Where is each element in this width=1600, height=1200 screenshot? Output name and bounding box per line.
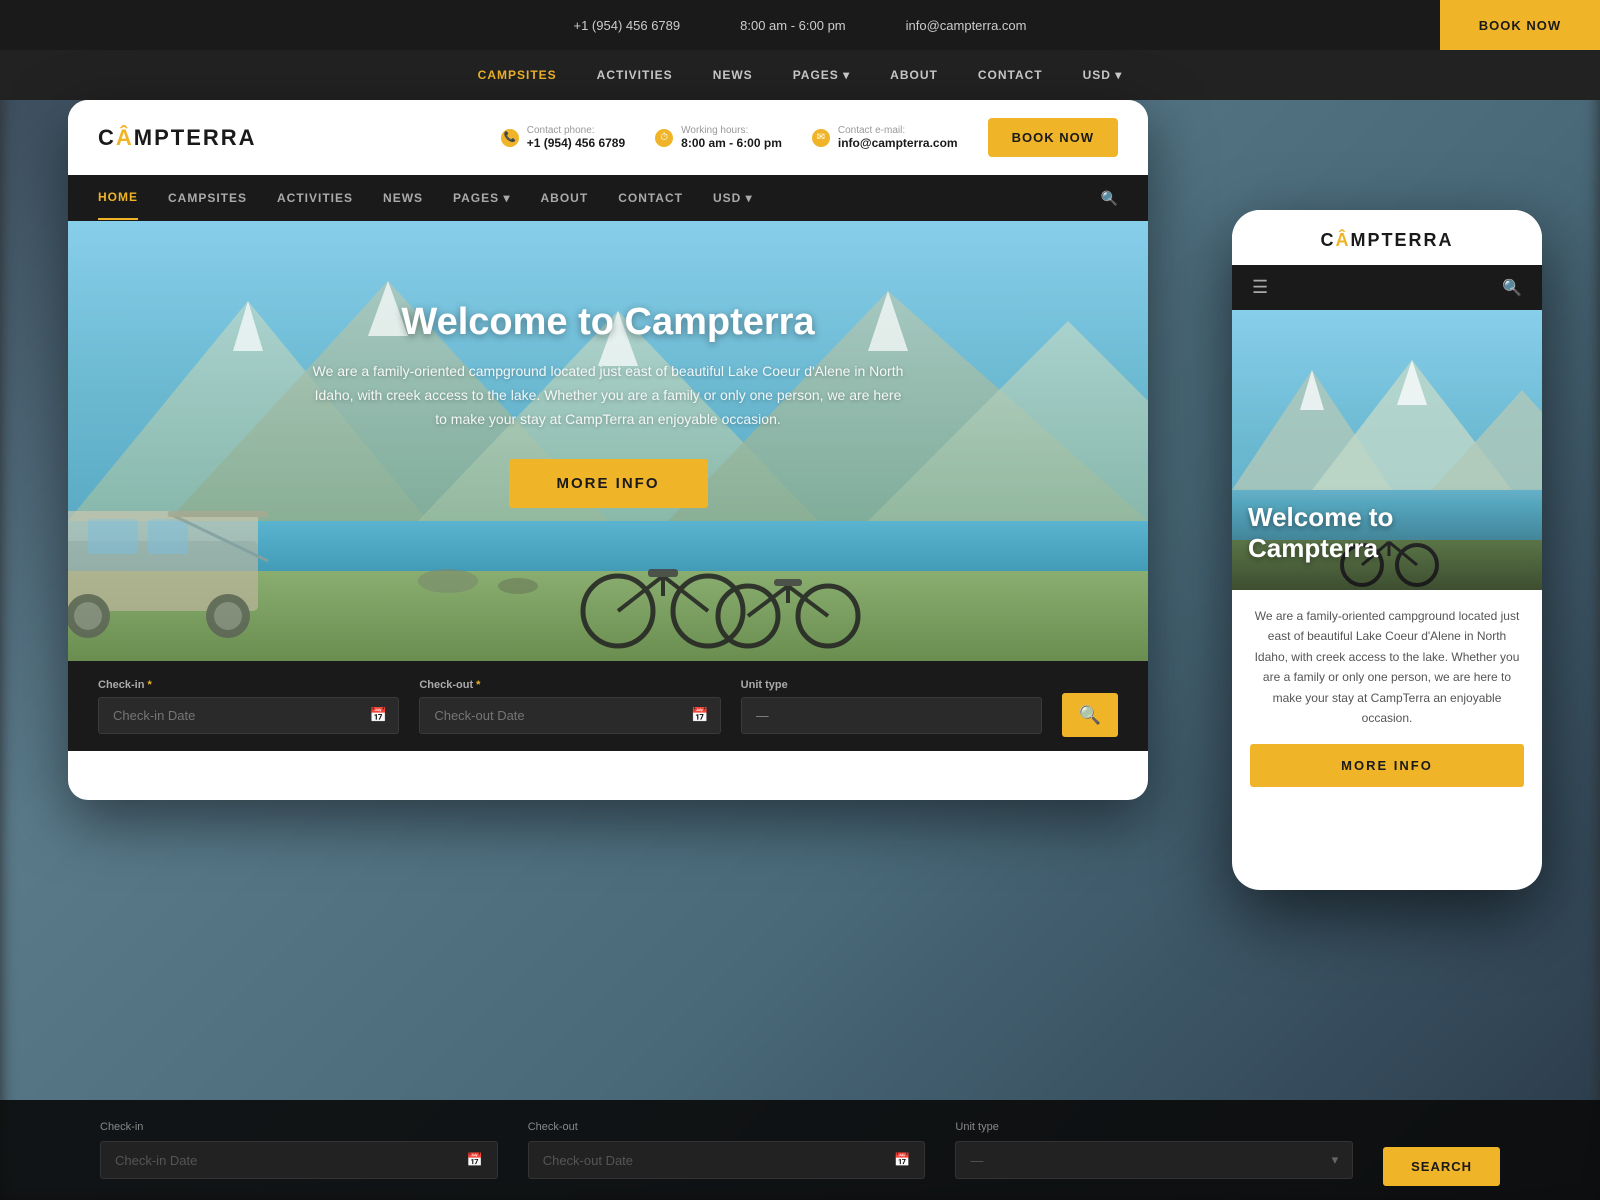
card-header: CÂMPTERRA 📞 Contact phone: +1 (954) 456 …	[68, 100, 1148, 175]
bg-nav-contact: CONTACT	[978, 68, 1043, 82]
bg-checkin-icon: 📅	[467, 1152, 483, 1168]
bg-booknow: BOOK NOW	[1479, 18, 1561, 33]
card-booking-bar: Check-in * 📅 Check-out * 📅 Unit type —	[68, 661, 1148, 751]
mobile-hero-title: Welcome to Campterra	[1248, 502, 1526, 564]
mobile-logo-dot: Â	[1336, 230, 1351, 250]
hamburger-icon[interactable]: ☰	[1252, 277, 1268, 298]
mobile-content: We are a family-oriented campground loca…	[1232, 590, 1542, 803]
checkout-input[interactable]	[419, 697, 720, 734]
mobile-header: CÂMPTERRA	[1232, 210, 1542, 265]
bg-nav-news: NEWS	[713, 68, 753, 82]
email-icon: ✉	[812, 129, 830, 147]
nav-campsites[interactable]: CAMPSITES	[168, 177, 247, 219]
checkin-input[interactable]	[98, 697, 399, 734]
mobile-hero: Welcome to Campterra	[1232, 310, 1542, 590]
nav-contact[interactable]: CONTACT	[618, 177, 683, 219]
unit-label: Unit type	[741, 679, 1042, 691]
nav-pages[interactable]: PAGES ▾	[453, 177, 510, 219]
bg-nav-activities: ACTIVITIES	[597, 68, 673, 82]
unit-field: Unit type —	[741, 679, 1042, 734]
card-nav: HOME CAMPSITES ACTIVITIES NEWS PAGES ▾ A…	[68, 175, 1148, 221]
nav-home[interactable]: HOME	[98, 176, 138, 220]
desktop-card: CÂMPTERRA 📞 Contact phone: +1 (954) 456 …	[68, 100, 1148, 800]
nav-search-icon[interactable]: 🔍	[1101, 190, 1118, 207]
bg-search-btn: x SEARCH	[1383, 1115, 1500, 1186]
hours-value: 8:00 am - 6:00 pm	[681, 136, 782, 150]
bg-checkout-label: Check-out	[528, 1121, 926, 1133]
bg-navbar: CAMPSITES ACTIVITIES NEWS PAGES ▾ ABOUT …	[0, 50, 1600, 100]
phone-label: Contact phone:	[527, 125, 625, 136]
checkin-label: Check-in *	[98, 679, 399, 691]
bg-unit-arrow: ▾	[1332, 1152, 1339, 1168]
nav-usd[interactable]: USD ▾	[713, 177, 753, 219]
bg-nav-home: CAMPSITES	[478, 68, 557, 82]
desktop-logo: CÂMPTERRA	[98, 125, 257, 151]
email-value: info@campterra.com	[838, 136, 958, 150]
bg-nav-about: ABOUT	[890, 68, 938, 82]
bg-email: info@campterra.com	[906, 18, 1027, 33]
card-hero: Welcome to Campterra We are a family-ori…	[68, 221, 1148, 661]
bg-phone: +1 (954) 456 6789	[574, 18, 681, 33]
bg-hours: 8:00 am - 6:00 pm	[740, 18, 846, 33]
checkin-field: Check-in * 📅	[98, 679, 399, 734]
nav-activities[interactable]: ACTIVITIES	[277, 177, 353, 219]
checkout-label: Check-out *	[419, 679, 720, 691]
hours-label: Working hours:	[681, 125, 782, 136]
hours-text: Working hours: 8:00 am - 6:00 pm	[681, 125, 782, 150]
bg-unit-label: Unit type	[955, 1121, 1353, 1133]
bg-booking-bar: Check-in Check-in Date 📅 Check-out Check…	[0, 1100, 1600, 1200]
mobile-nav: ☰ 🔍	[1232, 265, 1542, 310]
book-now-button[interactable]: BOOK NOW	[988, 118, 1118, 157]
unit-input-wrap: —	[741, 697, 1042, 734]
checkin-input-wrap: 📅	[98, 697, 399, 734]
unit-select[interactable]: —	[741, 697, 1042, 734]
mobile-hero-overlay: Welcome to Campterra	[1232, 486, 1542, 590]
bg-checkout-field: Check-out Check-out Date 📅	[528, 1121, 926, 1179]
mobile-card: CÂMPTERRA ☰ 🔍	[1232, 210, 1542, 890]
logo-dot: Â	[116, 125, 134, 150]
bg-checkout-icon: 📅	[894, 1152, 910, 1168]
bg-nav-usd: USD ▾	[1083, 68, 1123, 82]
checkin-calendar-icon: 📅	[370, 707, 387, 724]
nav-news[interactable]: NEWS	[383, 177, 423, 219]
phone-value: +1 (954) 456 6789	[527, 136, 625, 150]
checkout-field: Check-out * 📅	[419, 679, 720, 734]
hero-title: Welcome to Campterra	[308, 301, 908, 344]
search-icon: 🔍	[1079, 705, 1101, 726]
search-button[interactable]: 🔍	[1062, 693, 1118, 737]
hero-content: Welcome to Campterra We are a family-ori…	[308, 301, 908, 508]
bg-checkout-input: Check-out Date 📅	[528, 1141, 926, 1179]
checkout-calendar-icon: 📅	[691, 707, 708, 724]
bg-checkout-placeholder: Check-out Date	[543, 1153, 633, 1168]
bg-unit-input: — ▾	[955, 1141, 1353, 1179]
checkout-input-wrap: 📅	[419, 697, 720, 734]
bg-checkin-label: Check-in	[100, 1121, 498, 1133]
bg-search-label: SEARCH	[1383, 1147, 1500, 1186]
email-info: ✉ Contact e-mail: info@campterra.com	[812, 125, 958, 150]
phone-icon: 📞	[501, 129, 519, 147]
header-info: 📞 Contact phone: +1 (954) 456 6789 ⏱ Wor…	[501, 118, 1118, 157]
email-label: Contact e-mail:	[838, 125, 958, 136]
nav-about[interactable]: ABOUT	[541, 177, 589, 219]
hero-description: We are a family-oriented campground loca…	[308, 360, 908, 431]
bg-topbar: +1 (954) 456 6789 8:00 am - 6:00 pm info…	[0, 0, 1600, 50]
hours-icon: ⏱	[655, 129, 673, 147]
bg-nav-pages: PAGES ▾	[793, 68, 850, 82]
more-info-button[interactable]: MORE INFO	[509, 459, 708, 508]
bg-unit-field: Unit type — ▾	[955, 1121, 1353, 1179]
phone-info: 📞 Contact phone: +1 (954) 456 6789	[501, 125, 625, 150]
mobile-logo: CÂMPTERRA	[1321, 230, 1454, 251]
mobile-more-info-button[interactable]: MORE INFO	[1250, 744, 1524, 787]
bg-checkin-placeholder: Check-in Date	[115, 1153, 197, 1168]
email-text: Contact e-mail: info@campterra.com	[838, 125, 958, 150]
bg-checkin-field: Check-in Check-in Date 📅	[100, 1121, 498, 1179]
bg-checkin-input: Check-in Date 📅	[100, 1141, 498, 1179]
mobile-description: We are a family-oriented campground loca…	[1250, 606, 1524, 728]
mobile-search-icon[interactable]: 🔍	[1502, 278, 1522, 298]
bg-unit-placeholder: —	[970, 1153, 983, 1168]
phone-text: Contact phone: +1 (954) 456 6789	[527, 125, 625, 150]
hours-info: ⏱ Working hours: 8:00 am - 6:00 pm	[655, 125, 782, 150]
